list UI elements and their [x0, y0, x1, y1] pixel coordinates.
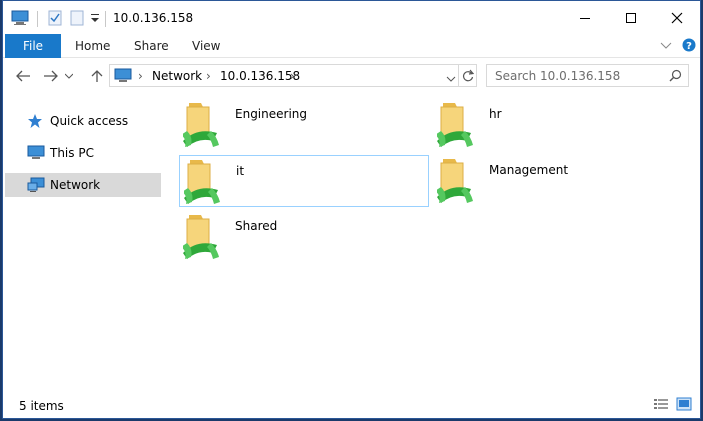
up-button[interactable] [87, 67, 107, 85]
close-button[interactable] [654, 1, 700, 34]
back-button[interactable] [13, 67, 33, 85]
folder-name: Shared [235, 219, 278, 233]
sidebar-item-label: Quick access [50, 114, 129, 128]
chevron-down-icon [65, 73, 73, 79]
tab-file[interactable]: File [5, 34, 61, 58]
up-arrow-icon [91, 70, 103, 82]
folder-name: it [236, 164, 245, 178]
sidebar-item-network[interactable]: Network [5, 173, 161, 197]
minimize-button[interactable] [562, 1, 608, 34]
shared-folder-icon [183, 102, 220, 148]
address-row: › Network › 10.0.136.158 › Search 10.0.1… [3, 59, 700, 93]
folder-name: Management [489, 163, 569, 177]
breadcrumb-separator-icon[interactable]: › [290, 69, 295, 83]
list-item[interactable]: Engineering [179, 99, 429, 151]
properties-icon[interactable] [48, 10, 62, 29]
back-arrow-icon [16, 70, 30, 82]
large-icons-view-icon[interactable] [676, 397, 694, 413]
network-icon [27, 177, 45, 196]
shared-folder-icon [183, 214, 220, 260]
breadcrumb-separator-icon[interactable]: › [206, 69, 211, 83]
refresh-icon[interactable] [462, 69, 475, 85]
title-bar: 10.0.136.158 [3, 1, 700, 34]
sidebar-item-this-pc[interactable]: This PC [5, 141, 161, 165]
list-item[interactable]: hr [433, 99, 683, 151]
search-placeholder: Search 10.0.136.158 [495, 69, 621, 83]
svg-text:?: ? [686, 41, 692, 52]
breadcrumb-network[interactable]: Network [152, 69, 202, 83]
shared-folder-icon [437, 158, 474, 204]
sidebar-item-quick-access[interactable]: Quick access [5, 109, 161, 133]
maximize-button[interactable] [608, 1, 654, 34]
list-item[interactable]: it [179, 155, 429, 207]
minimize-icon [580, 17, 590, 19]
sidebar-item-label: Network [50, 178, 101, 192]
divider [105, 11, 106, 27]
ribbon-tabs: File Home Share View ? [3, 34, 700, 58]
breadcrumb-separator-icon[interactable]: › [138, 69, 143, 83]
shared-folder-icon [184, 159, 221, 205]
close-icon [671, 12, 683, 23]
breadcrumb-host[interactable]: 10.0.136.158 [220, 69, 300, 83]
divider [458, 65, 459, 86]
forward-arrow-icon [44, 70, 58, 82]
computer-icon[interactable] [11, 10, 29, 29]
item-count: 5 items [19, 399, 64, 413]
tab-share[interactable]: Share [134, 34, 169, 58]
tab-view[interactable]: View [192, 34, 220, 58]
folder-name: Engineering [235, 107, 307, 121]
network-location-icon [114, 68, 132, 87]
star-icon [27, 113, 43, 132]
new-folder-icon[interactable] [70, 10, 84, 29]
tab-home[interactable]: Home [75, 34, 110, 58]
list-item[interactable]: Shared [179, 211, 429, 263]
expand-ribbon-icon[interactable] [660, 40, 672, 54]
list-item[interactable]: Management [433, 155, 683, 207]
recent-locations-button[interactable] [63, 67, 75, 85]
folder-name: hr [489, 107, 502, 121]
explorer-window: 10.0.136.158 File Home Share View ? › Ne… [2, 0, 701, 419]
navigation-pane: Quick access This PC Network [3, 101, 163, 381]
shared-folder-icon [437, 102, 474, 148]
customize-toolbar-icon[interactable] [90, 13, 100, 27]
forward-button[interactable] [41, 67, 61, 85]
search-input[interactable]: Search 10.0.136.158 [486, 64, 689, 87]
computer-icon [27, 145, 45, 164]
help-icon[interactable]: ? [682, 38, 696, 55]
window-title: 10.0.136.158 [113, 11, 194, 25]
address-bar[interactable]: › Network › 10.0.136.158 › [109, 64, 477, 87]
search-icon [669, 69, 682, 85]
details-view-icon[interactable] [653, 397, 671, 413]
address-dropdown-icon[interactable] [446, 72, 456, 86]
divider [37, 11, 38, 27]
maximize-icon [626, 12, 636, 23]
sidebar-item-label: This PC [50, 146, 94, 160]
